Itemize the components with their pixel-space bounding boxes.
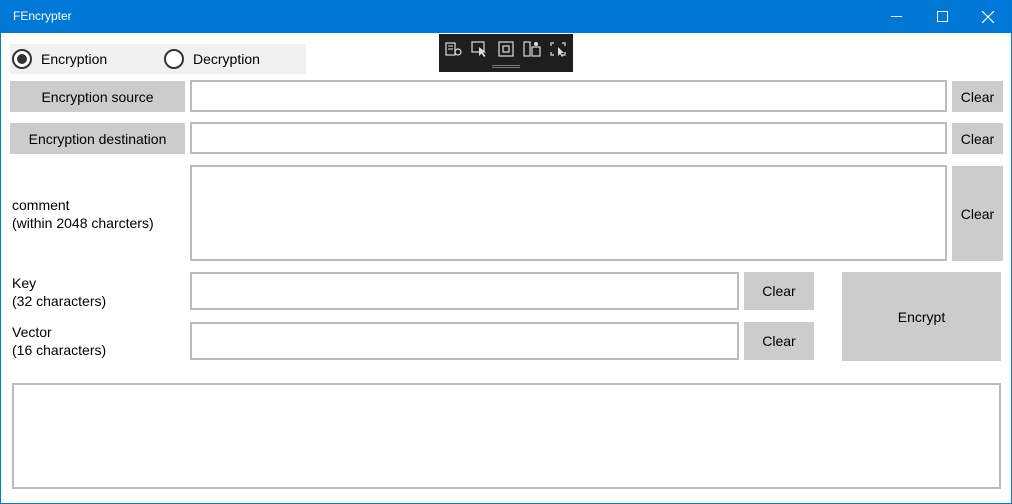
comment-textarea[interactable] bbox=[190, 165, 947, 261]
comment-clear-button[interactable]: Clear bbox=[952, 166, 1003, 261]
title-bar: FEncrypter bbox=[0, 0, 1012, 33]
minimize-button[interactable] bbox=[873, 0, 919, 33]
comment-label-line2: (within 2048 charcters) bbox=[12, 215, 154, 231]
vector-label: Vector (16 characters) bbox=[12, 323, 106, 359]
display-layout-adorners-icon[interactable] bbox=[497, 41, 515, 57]
destination-path-field[interactable] bbox=[190, 122, 947, 154]
window-border-left bbox=[0, 33, 1, 504]
key-label-line1: Key bbox=[12, 275, 37, 291]
select-element-icon[interactable] bbox=[471, 41, 489, 57]
vector-clear-button[interactable]: Clear bbox=[744, 322, 814, 360]
radio-unchecked-icon bbox=[164, 49, 184, 69]
key-input[interactable] bbox=[190, 272, 739, 310]
encryption-source-button[interactable]: Encryption source bbox=[10, 81, 185, 112]
vector-label-line1: Vector bbox=[12, 324, 52, 340]
minimize-icon bbox=[890, 16, 902, 17]
vector-input[interactable] bbox=[190, 322, 739, 360]
xaml-debug-toolbar bbox=[439, 34, 573, 72]
maximize-icon bbox=[936, 11, 948, 22]
source-path-field[interactable] bbox=[190, 80, 947, 112]
decryption-radio-label: Decryption bbox=[193, 51, 260, 67]
toolbar-grip[interactable] bbox=[492, 65, 520, 68]
window-title: FEncrypter bbox=[13, 9, 72, 23]
vector-label-line2: (16 characters) bbox=[12, 342, 107, 358]
maximize-button[interactable] bbox=[919, 0, 965, 33]
close-button[interactable] bbox=[965, 0, 1011, 33]
comment-label-line1: comment bbox=[12, 197, 70, 213]
encryption-radio[interactable]: Encryption bbox=[12, 48, 107, 70]
output-log-area[interactable] bbox=[12, 383, 1001, 489]
track-focus-icon[interactable] bbox=[523, 41, 541, 57]
close-icon bbox=[982, 10, 994, 23]
live-visual-tree-icon[interactable] bbox=[445, 41, 463, 57]
radio-checked-icon bbox=[12, 49, 32, 69]
key-label-line2: (32 characters) bbox=[12, 293, 107, 309]
comment-label: comment (within 2048 charcters) bbox=[12, 196, 154, 232]
destination-clear-button[interactable]: Clear bbox=[952, 123, 1003, 154]
mode-radio-group: Encryption Decryption bbox=[10, 44, 306, 74]
hot-reload-icon[interactable] bbox=[549, 41, 567, 57]
encrypt-button[interactable]: Encrypt bbox=[842, 272, 1001, 361]
source-clear-button[interactable]: Clear bbox=[952, 81, 1003, 112]
decryption-radio[interactable]: Decryption bbox=[164, 48, 260, 70]
key-label: Key (32 characters) bbox=[12, 274, 106, 310]
key-clear-button[interactable]: Clear bbox=[744, 272, 814, 310]
encryption-destination-button[interactable]: Encryption destination bbox=[10, 123, 185, 154]
encryption-radio-label: Encryption bbox=[41, 51, 108, 67]
